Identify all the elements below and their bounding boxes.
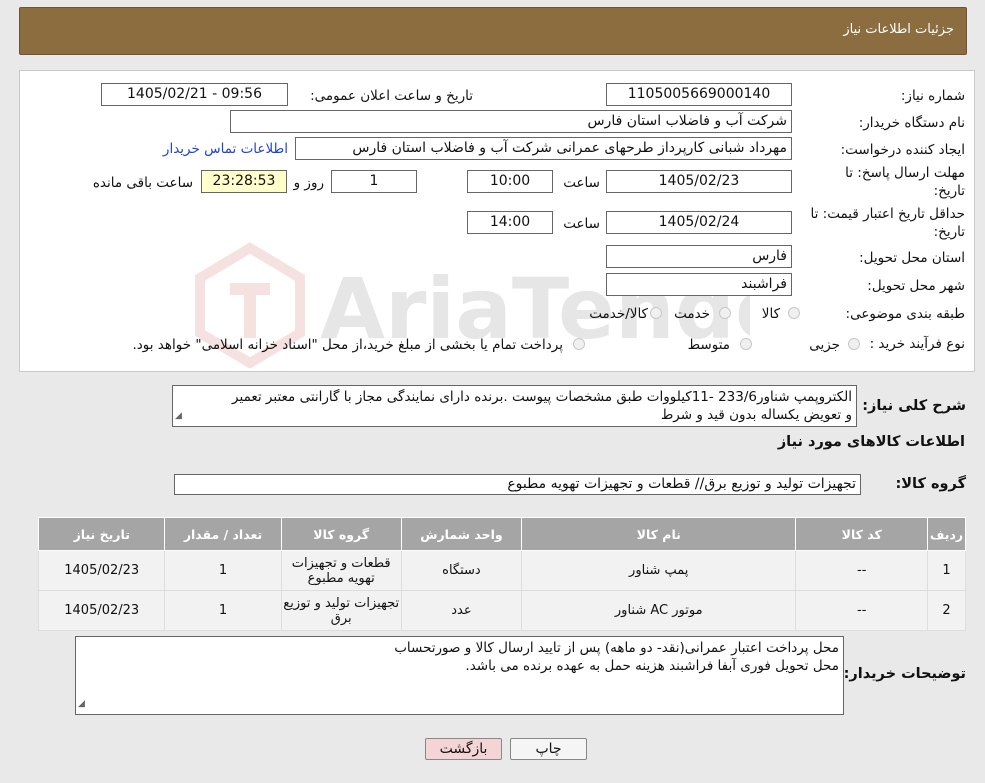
cell-item-name: موتور AC شناور bbox=[521, 590, 797, 631]
description-line-2: و تعویض یکساله بدون قید و شرط bbox=[660, 407, 852, 423]
description-line-1: الکتروپمپ شناور233/6 -11کیلووات طبق مشخص… bbox=[232, 389, 852, 405]
header-item-name: نام کالا bbox=[521, 517, 797, 551]
cell-need-date: 1405/02/23 bbox=[37, 590, 166, 631]
announce-label: تاریخ و ساعت اعلان عمومی: bbox=[310, 88, 473, 104]
cell-item-group: تجهیزات تولید و توزیع برق bbox=[280, 590, 402, 631]
validity-time-label: ساعت bbox=[563, 216, 600, 232]
need-number-label: شماره نیاز: bbox=[900, 88, 965, 104]
creator-label: ایجاد کننده درخواست: bbox=[840, 142, 965, 158]
header-item-code: کد کالا bbox=[795, 517, 928, 551]
category-both-radio[interactable] bbox=[650, 307, 662, 319]
validity-date-field: 1405/02/24 bbox=[606, 211, 792, 234]
print-button[interactable]: چاپ bbox=[510, 738, 587, 760]
cell-unit: عدد bbox=[400, 590, 523, 631]
deadline-label-line1: مهلت ارسال پاسخ: تا bbox=[845, 165, 965, 181]
category-service-radio[interactable] bbox=[719, 307, 731, 319]
province-field: فارس bbox=[606, 245, 792, 268]
purchase-option-partial-label: جزیی bbox=[809, 337, 840, 353]
cell-item-code: -- bbox=[795, 550, 928, 591]
header-unit: واحد شمارش bbox=[400, 517, 523, 551]
deadline-time-field: 10:00 bbox=[467, 170, 553, 193]
category-goods-radio[interactable] bbox=[788, 307, 800, 319]
buyer-notes-textarea[interactable]: محل پرداخت اعتبار عمرانی(نقد- دو ماهه) پ… bbox=[75, 636, 844, 715]
description-textarea[interactable]: الکتروپمپ شناور233/6 -11کیلووات طبق مشخص… bbox=[172, 385, 857, 427]
back-button[interactable]: بازگشت bbox=[425, 738, 502, 760]
cell-row-number: 1 bbox=[926, 550, 967, 591]
cell-item-name: پمپ شناور bbox=[521, 550, 797, 591]
remaining-time-field: 23:28:53 bbox=[201, 170, 287, 193]
announce-field: 1405/02/21 - 09:56 bbox=[101, 83, 288, 106]
table-row: 2 -- موتور AC شناور عدد تجهیزات تولید و … bbox=[37, 590, 967, 631]
days-remaining-field: 1 bbox=[331, 170, 417, 193]
header-item-group: گروه کالا bbox=[280, 517, 402, 551]
remaining-label: ساعت باقی مانده bbox=[92, 175, 193, 191]
cell-unit: دستگاه bbox=[400, 550, 523, 591]
purchase-medium-radio[interactable] bbox=[740, 338, 752, 350]
province-label: استان محل تحویل: bbox=[859, 250, 965, 266]
deadline-date-field: 1405/02/23 bbox=[606, 170, 792, 193]
treasury-checkbox[interactable] bbox=[573, 338, 585, 350]
items-table: ردیف کد کالا نام کالا واحد شمارش گروه کا… bbox=[37, 517, 967, 631]
validity-time-field: 14:00 bbox=[467, 211, 553, 234]
cell-item-code: -- bbox=[795, 590, 928, 631]
need-number-field: 1105005669000140 bbox=[606, 83, 792, 106]
buyer-notes-label: توضیحات خریدار: bbox=[843, 666, 966, 682]
goods-group-label: گروه کالا: bbox=[895, 476, 966, 492]
purchase-option-medium-label: متوسط bbox=[687, 337, 730, 353]
cell-quantity: 1 bbox=[164, 590, 282, 631]
cell-item-group: قطعات و تجهیزات تهویه مطبوع bbox=[280, 550, 402, 591]
header-need-date: تاریخ نیاز bbox=[37, 517, 166, 551]
header-quantity: تعداد / مقدار bbox=[164, 517, 282, 551]
page-title: جزئیات اطلاعات نیاز bbox=[843, 22, 954, 37]
category-option-both-label: کالا/خدمت bbox=[589, 306, 648, 322]
cell-need-date: 1405/02/23 bbox=[37, 550, 166, 591]
resize-handle-icon[interactable]: ◢ bbox=[78, 695, 85, 713]
category-label: طبقه بندی موضوعی: bbox=[845, 306, 965, 322]
table-header-row: ردیف کد کالا نام کالا واحد شمارش گروه کا… bbox=[37, 517, 967, 551]
purchase-type-label: نوع فرآیند خرید : bbox=[869, 336, 965, 352]
validity-label-line2: تاریخ: bbox=[933, 224, 965, 240]
validity-label-line1: حداقل تاریخ اعتبار قیمت: تا bbox=[810, 206, 965, 222]
resize-handle-icon[interactable]: ◢ bbox=[175, 407, 182, 425]
page-header: جزئیات اطلاعات نیاز bbox=[19, 7, 967, 55]
buyer-org-field: شرکت آب و فاضلاب استان فارس bbox=[230, 110, 792, 133]
days-label: روز و bbox=[293, 175, 324, 191]
cell-row-number: 2 bbox=[926, 590, 967, 631]
description-label: شرح کلی نیاز: bbox=[862, 398, 966, 414]
goods-group-field: تجهیزات تولید و توزیع برق// قطعات و تجهی… bbox=[174, 474, 861, 495]
purchase-note: پرداخت تمام یا بخشی از مبلغ خرید،از محل … bbox=[132, 337, 563, 353]
category-option-service-label: خدمت bbox=[674, 306, 710, 322]
deadline-time-label: ساعت bbox=[563, 175, 600, 191]
header-row-number: ردیف bbox=[926, 517, 967, 551]
table-row: 1 -- پمپ شناور دستگاه قطعات و تجهیزات ته… bbox=[37, 550, 967, 591]
category-option-goods-label: کالا bbox=[761, 306, 780, 322]
cell-quantity: 1 bbox=[164, 550, 282, 591]
city-label: شهر محل تحویل: bbox=[867, 278, 965, 294]
buyer-org-label: نام دستگاه خریدار: bbox=[858, 115, 965, 131]
creator-field: مهرداد شبانی کارپرداز طرحهای عمرانی شرکت… bbox=[295, 137, 792, 160]
goods-section-title: اطلاعات کالاهای مورد نیاز bbox=[777, 434, 965, 450]
buyer-notes-line-2: محل تحویل فوری آبفا فراشبند هزینه حمل به… bbox=[465, 658, 839, 674]
buyer-notes-line-1: محل پرداخت اعتبار عمرانی(نقد- دو ماهه) پ… bbox=[394, 640, 839, 656]
purchase-partial-radio[interactable] bbox=[848, 338, 860, 350]
deadline-label-line2: تاریخ: bbox=[933, 183, 965, 199]
contact-buyer-link[interactable]: اطلاعات تماس خریدار bbox=[163, 141, 288, 157]
city-field: فراشبند bbox=[606, 273, 792, 296]
